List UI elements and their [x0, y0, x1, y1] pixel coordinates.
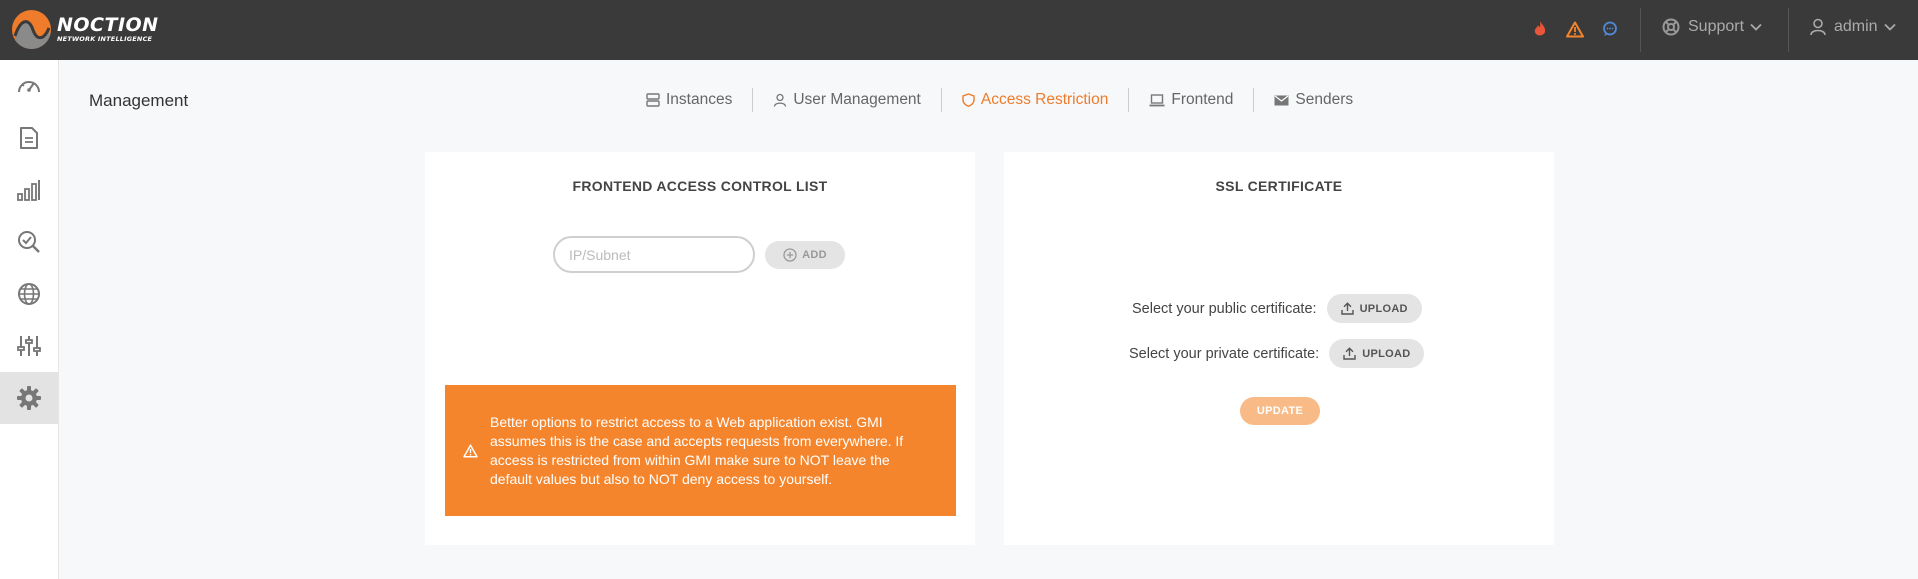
- tab-senders[interactable]: Senders: [1254, 88, 1373, 112]
- private-cert-row: Select your private certificate: UPLOAD: [1129, 339, 1425, 368]
- sidebar: [0, 60, 59, 579]
- tab-instances[interactable]: Instances: [646, 88, 752, 112]
- dashboard-gauge-icon: [18, 81, 40, 93]
- tab-access-restriction[interactable]: Access Restriction: [942, 88, 1128, 112]
- management-tabs: Instances User Management Access Restric…: [646, 87, 1373, 113]
- divider: [1788, 8, 1789, 52]
- add-button-label: ADD: [802, 248, 827, 261]
- page-title: Management: [89, 91, 189, 110]
- laptop-icon: [1149, 93, 1165, 106]
- update-button[interactable]: UPDATE: [1240, 397, 1320, 425]
- tab-label: Access Restriction: [980, 91, 1109, 108]
- user-label: admin: [1834, 18, 1878, 35]
- upload-icon: [1340, 302, 1354, 315]
- acl-card: FRONTEND ACCESS CONTROL LIST ADD Better …: [425, 152, 975, 545]
- chat-bubble-icon[interactable]: [1600, 18, 1620, 40]
- warning-triangle-icon: [463, 443, 478, 458]
- tab-label: Senders: [1295, 91, 1354, 108]
- shield-icon: [962, 93, 975, 107]
- server-icon: [646, 93, 660, 107]
- bar-chart-icon: [17, 180, 40, 201]
- search-check-icon: [18, 231, 40, 253]
- chevron-down-icon: [1750, 23, 1762, 31]
- support-menu[interactable]: Support: [1662, 18, 1762, 36]
- warning-triangle-icon[interactable]: [1565, 18, 1585, 40]
- sliders-icon: [17, 336, 41, 356]
- user-menu[interactable]: admin: [1810, 18, 1896, 36]
- public-cert-label: Select your public certificate:: [1132, 300, 1317, 317]
- sidebar-item-settings[interactable]: [0, 372, 58, 424]
- ip-subnet-input[interactable]: [553, 236, 755, 273]
- globe-icon: [18, 283, 40, 305]
- divider: [1640, 8, 1641, 52]
- upload-private-cert-button[interactable]: UPLOAD: [1329, 339, 1425, 368]
- flame-icon[interactable]: [1530, 18, 1550, 40]
- logo-mark-icon: [12, 10, 51, 49]
- sidebar-item-analysis[interactable]: [0, 216, 58, 268]
- document-icon: [20, 127, 38, 149]
- gear-icon: [17, 386, 41, 410]
- add-button[interactable]: ADD: [765, 240, 845, 269]
- acl-title: FRONTEND ACCESS CONTROL LIST: [572, 178, 828, 194]
- support-lifebuoy-icon: [1662, 18, 1680, 36]
- user-icon: [1810, 18, 1826, 36]
- sidebar-item-configuration[interactable]: [0, 320, 58, 372]
- sidebar-item-network[interactable]: [0, 268, 58, 320]
- ssl-title: SSL CERTIFICATE: [1215, 178, 1343, 194]
- ssl-card: SSL CERTIFICATE Select your public certi…: [1004, 152, 1554, 545]
- sidebar-item-statistics[interactable]: [0, 164, 58, 216]
- upload-label: UPLOAD: [1362, 347, 1411, 360]
- tab-user-management[interactable]: User Management: [753, 88, 941, 112]
- upload-icon: [1343, 347, 1356, 360]
- sidebar-item-dashboard[interactable]: [0, 60, 58, 112]
- support-label: Support: [1688, 18, 1745, 35]
- private-cert-label: Select your private certificate:: [1129, 345, 1320, 362]
- acl-warning-banner: Better options to restrict access to a W…: [445, 385, 956, 516]
- plus-circle-icon: [783, 247, 797, 262]
- tab-label: Instances: [666, 91, 733, 108]
- user-icon: [774, 93, 787, 107]
- upload-public-cert-button[interactable]: UPLOAD: [1326, 294, 1422, 323]
- chevron-down-icon: [1883, 23, 1896, 31]
- acl-warning-text: Better options to restrict access to a W…: [490, 413, 904, 487]
- tab-label: User Management: [793, 91, 921, 108]
- brand-name: NOCTION: [57, 14, 159, 37]
- envelope-icon: [1274, 95, 1289, 105]
- brand-logo[interactable]: NOCTION NETWORK INTELLIGENCE: [12, 10, 159, 49]
- brand-tagline: NETWORK INTELLIGENCE: [57, 35, 153, 44]
- upload-label: UPLOAD: [1359, 302, 1408, 315]
- public-cert-row: Select your public certificate: UPLOAD: [1132, 294, 1422, 323]
- tab-label: Frontend: [1171, 91, 1234, 108]
- sidebar-item-reports[interactable]: [0, 112, 58, 164]
- tab-frontend[interactable]: Frontend: [1129, 88, 1253, 112]
- top-bar: NOCTION NETWORK INTELLIGENCE Support adm…: [0, 0, 1918, 60]
